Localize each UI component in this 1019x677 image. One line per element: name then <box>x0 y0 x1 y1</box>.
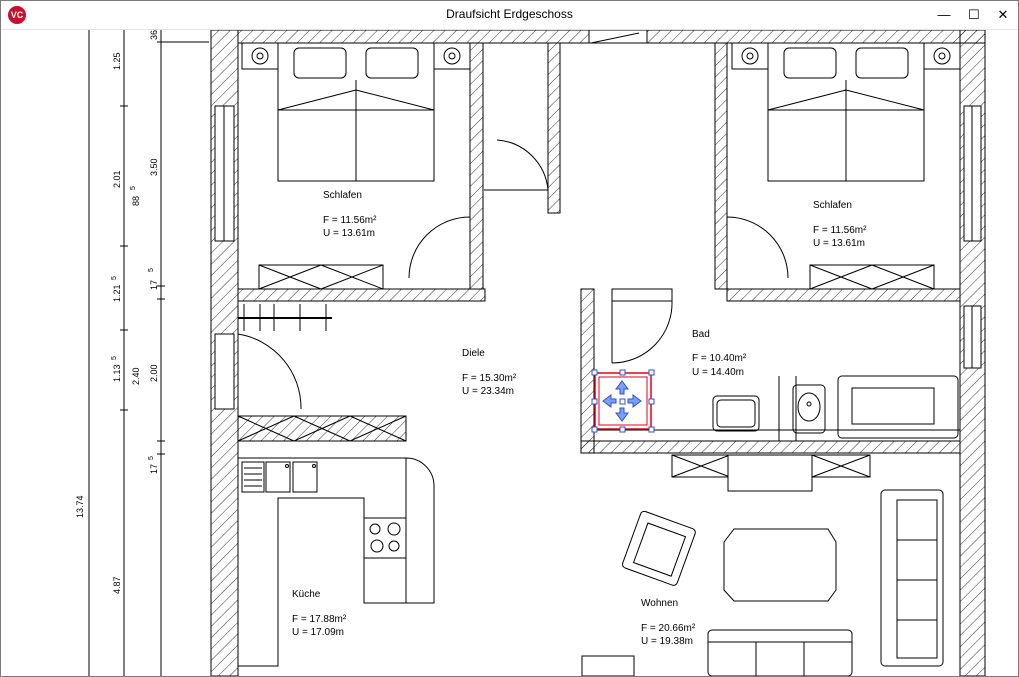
dim-label-sup: 5 <box>148 268 155 272</box>
room-name: Bad <box>692 329 710 340</box>
dim-label: 1.13 <box>112 364 122 382</box>
room-name: Schlafen <box>813 200 852 211</box>
room-perimeter: U = 19.38m <box>641 636 693 647</box>
bed-right <box>731 42 961 290</box>
title-bar[interactable]: VC Draufsicht Erdgeschoss — ☐ ✕ <box>1 1 1018 30</box>
dim-label: 17 <box>149 280 159 290</box>
room-area: F = 17.88m² <box>292 614 347 625</box>
maximize-icon: ☐ <box>968 7 980 22</box>
floor-plan-drawing[interactable]: 1.25 2.01 1.21 1.13 4.87 3.50 88 17 2.40… <box>4 30 1015 676</box>
dim-label: 13.74 <box>75 495 85 518</box>
wardrobe-rail <box>238 304 332 331</box>
floor-plan-canvas[interactable]: 1.25 2.01 1.21 1.13 4.87 3.50 88 17 2.40… <box>4 30 1015 676</box>
room-perimeter: U = 14.40m <box>692 367 744 378</box>
room-perimeter: U = 13.61m <box>813 238 865 249</box>
room-name: Küche <box>292 589 321 600</box>
room-area: F = 15.30m² <box>462 373 517 384</box>
room-area: F = 11.56m² <box>813 225 867 236</box>
room-name: Diele <box>462 348 485 359</box>
dim-label-sup: 5 <box>130 186 137 190</box>
room-name: Wohnen <box>641 598 678 609</box>
dim-label: 2.00 <box>149 364 159 382</box>
room-area: F = 20.66m² <box>641 623 696 634</box>
room-area: F = 10.40m² <box>692 353 747 364</box>
selection-handles[interactable] <box>591 369 655 433</box>
minimize-button[interactable]: — <box>929 1 959 29</box>
dimension-lines <box>88 30 209 676</box>
close-icon: ✕ <box>997 7 1009 22</box>
dim-label-sup: 5 <box>148 456 155 460</box>
window-title: Draufsicht Erdgeschoss <box>446 7 573 21</box>
dim-label-sup: 5 <box>111 276 118 280</box>
room-name: Schlafen <box>323 190 362 201</box>
minimize-icon: — <box>937 7 951 22</box>
dim-label: 36 <box>149 30 159 40</box>
selected-object[interactable] <box>591 369 655 433</box>
room-perimeter: U = 17.09m <box>292 627 344 638</box>
dim-label: 4.87 <box>112 576 122 594</box>
dim-label: 2.40 <box>131 367 141 385</box>
dim-label: 3.50 <box>149 158 159 176</box>
plan-window: VC Draufsicht Erdgeschoss — ☐ ✕ 1.25 2.0… <box>0 0 1019 677</box>
dim-label: 17 <box>149 464 159 474</box>
dim-label-sup: 5 <box>111 356 118 360</box>
room-perimeter: U = 23.34m <box>462 386 514 397</box>
dim-label: 2.01 <box>112 170 122 188</box>
dim-label: 88 <box>131 196 141 206</box>
dim-label: 1.25 <box>112 52 122 70</box>
living-room-furniture <box>581 454 944 676</box>
maximize-button[interactable]: ☐ <box>959 1 989 29</box>
bed-left <box>241 42 471 290</box>
dim-label: 1.21 <box>112 284 122 302</box>
room-perimeter: U = 13.61m <box>323 228 375 239</box>
dimension-labels: 1.25 2.01 1.21 1.13 4.87 3.50 88 17 2.40… <box>75 30 159 594</box>
room-area: F = 11.56m² <box>323 215 377 226</box>
close-button[interactable]: ✕ <box>988 1 1018 29</box>
